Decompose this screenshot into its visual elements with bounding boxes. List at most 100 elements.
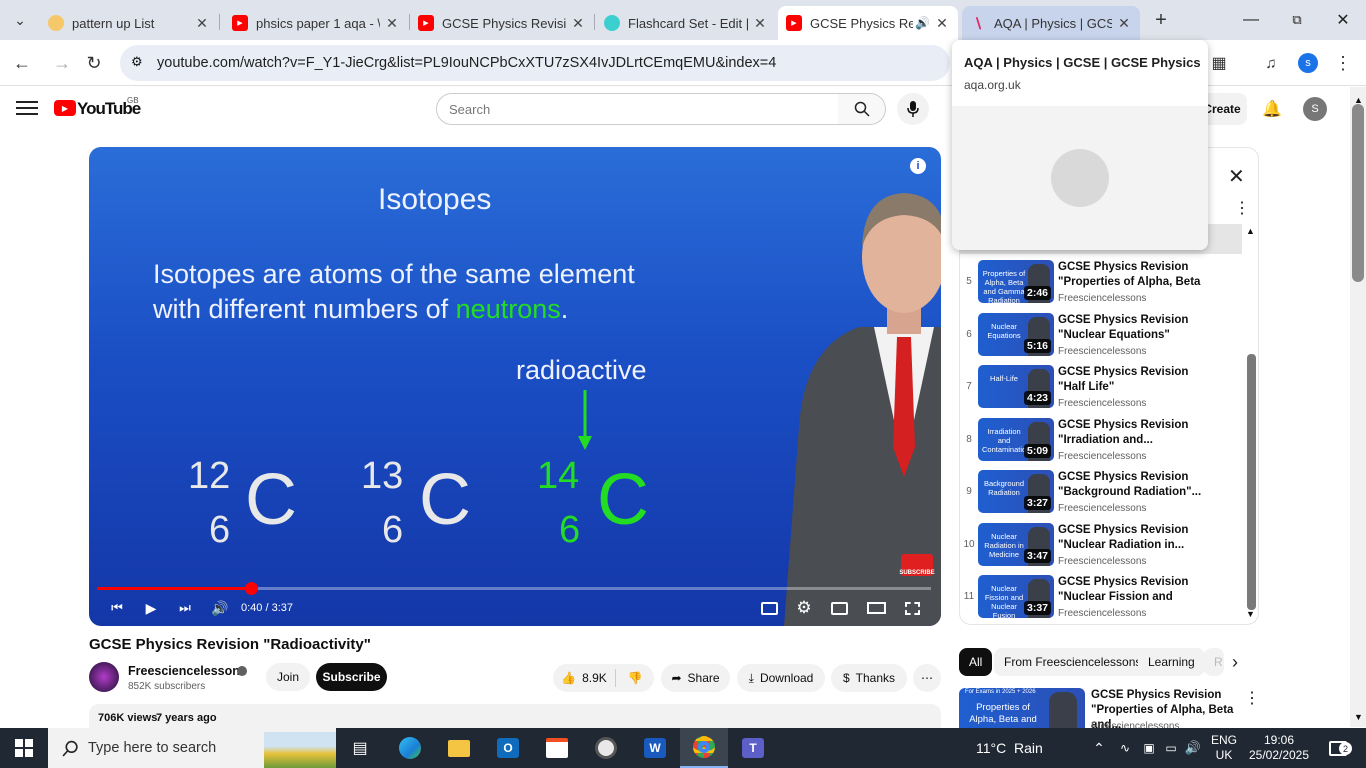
channel-avatar[interactable] xyxy=(89,662,119,692)
account-avatar[interactable]: S xyxy=(1303,97,1327,121)
page-scrollbar[interactable]: ▲ ▼ xyxy=(1350,87,1366,727)
subtitles-button[interactable] xyxy=(759,597,779,619)
playlist-item[interactable]: 6 Nuclear Equations 5:16 GCSE Physics Revis… xyxy=(960,311,1248,363)
progress-scrubber[interactable] xyxy=(245,582,259,595)
chips-next-button[interactable]: › xyxy=(1232,652,1238,673)
chip-learning[interactable]: Learning xyxy=(1138,648,1205,676)
playlist-item-title[interactable]: GCSE Physics Revision "Nuclear Fission a… xyxy=(1058,575,1208,605)
download-button[interactable]: ⤓ Download xyxy=(737,664,825,692)
extensions-button[interactable]: ▦ xyxy=(1204,48,1234,78)
notifications-bell-icon[interactable]: 🔔 xyxy=(1262,99,1282,119)
tab-2[interactable]: ▶ phsics paper 1 aqa - \ ✕ xyxy=(224,6,408,40)
dislike-button[interactable]: 👎 xyxy=(616,664,654,692)
address-bar[interactable]: ⚙ youtube.com/watch?v=F_Y1-JieCrg&list=P… xyxy=(120,45,950,81)
like-button[interactable]: 👍 8.9K xyxy=(553,664,615,692)
chip-all[interactable]: All xyxy=(959,648,993,676)
speaker-icon[interactable]: 🔊 xyxy=(915,16,930,30)
more-actions-button[interactable]: ⋯ xyxy=(913,664,941,692)
info-icon[interactable]: i xyxy=(910,158,926,174)
playlist-item[interactable]: 8 Irradiation and Contamination 5:09 GCSE P… xyxy=(960,416,1248,468)
playlist-thumbnail[interactable]: Half-Life 4:23 xyxy=(978,365,1054,408)
playlist-item[interactable]: 5 Properties of Alpha, Beta and Gamma Rad… xyxy=(960,258,1248,310)
tab-6[interactable]: ∖ AQA | Physics | GCSE ✕ xyxy=(962,6,1140,40)
show-hidden-icons-button[interactable]: ⌃ xyxy=(1090,728,1108,768)
close-icon[interactable]: ✕ xyxy=(194,15,210,32)
playlist-item-title[interactable]: GCSE Physics Revision "Properties of Alp… xyxy=(1058,260,1208,290)
subscribe-watermark[interactable]: SUBSCRIBE xyxy=(899,554,935,576)
playlist-item-title[interactable]: GCSE Physics Revision "Background Radiat… xyxy=(1058,470,1208,500)
back-button[interactable]: ← xyxy=(7,48,37,78)
voice-search-button[interactable] xyxy=(897,93,929,125)
join-button[interactable]: Join xyxy=(266,663,310,691)
edge-button[interactable] xyxy=(386,728,434,768)
tab-4[interactable]: Flashcard Set - Edit | ✕ xyxy=(596,6,776,40)
notification-center-button[interactable]: 2 xyxy=(1320,728,1356,768)
outlook-button[interactable]: O xyxy=(484,728,532,768)
playlist-item[interactable]: 7 Half-Life 4:23 GCSE Physics Revision "Hal… xyxy=(960,363,1248,415)
battery-icon[interactable]: ▭ xyxy=(1162,728,1180,768)
recommended-menu-button[interactable]: ⋮ xyxy=(1244,688,1260,708)
forward-button[interactable]: → xyxy=(47,48,77,78)
playlist-item-title[interactable]: GCSE Physics Revision "Half Life" xyxy=(1058,365,1208,395)
playlist-item[interactable]: 11 Nuclear Fission and Nuclear Fusion 3:37… xyxy=(960,573,1248,624)
word-button[interactable]: W xyxy=(631,728,679,768)
playlist-thumbnail[interactable]: Nuclear Radiation in Medicine 3:47 xyxy=(978,522,1054,566)
language-indicator[interactable]: ENG UK xyxy=(1209,728,1239,768)
media-control-button[interactable]: ♫ xyxy=(1256,48,1286,78)
tab-3[interactable]: ▶ GCSE Physics Revisio ✕ xyxy=(410,6,594,40)
playlist-item[interactable]: 9 Background Radiation 3:27 GCSE Physics Re… xyxy=(960,468,1248,520)
taskbar-search-box[interactable]: Type here to search xyxy=(48,728,336,768)
video-player[interactable]: Isotopes Isotopes are atoms of the same … xyxy=(89,147,941,626)
file-explorer-button[interactable] xyxy=(435,728,483,768)
playlist-item-title[interactable]: GCSE Physics Revision "Nuclear Radiation… xyxy=(1058,523,1208,553)
description-box[interactable]: 706K views 7 years ago xyxy=(89,704,941,728)
progress-bar[interactable] xyxy=(97,582,931,595)
search-button[interactable] xyxy=(838,93,886,125)
minimize-button[interactable]: — xyxy=(1228,0,1274,40)
playlist-item-title[interactable]: GCSE Physics Revision "Irradiation and..… xyxy=(1058,418,1208,448)
scrollbar-thumb[interactable] xyxy=(1352,104,1364,282)
tab-5-active[interactable]: ▶ GCSE Physics Rev 🔊 ✕ xyxy=(778,6,958,40)
site-info-icon[interactable]: ⚙ xyxy=(131,54,143,70)
chrome-button[interactable] xyxy=(680,728,728,768)
subscribe-button[interactable]: Subscribe xyxy=(316,663,387,691)
playlist-menu-button[interactable]: ⋮ xyxy=(1234,198,1250,218)
playlist-thumbnail[interactable]: Irradiation and Contamination 5:09 xyxy=(978,417,1054,461)
reload-button[interactable]: ↻ xyxy=(79,48,109,78)
task-view-button[interactable]: ▤ xyxy=(336,728,384,768)
recommended-thumbnail[interactable]: For Exams in 2025 + 2026 Properties of A… xyxy=(959,688,1085,728)
url-text[interactable]: youtube.com/watch?v=F_Y1-JieCrg&list=PL9… xyxy=(157,55,776,71)
previous-button[interactable]: ⏮ xyxy=(107,597,127,619)
weather-widget[interactable]: 11°C Rain xyxy=(976,728,1043,768)
hamburger-menu-icon[interactable] xyxy=(16,97,38,119)
thanks-button[interactable]: $ Thanks xyxy=(831,664,907,692)
network-icon[interactable]: ∿ xyxy=(1116,728,1134,768)
settings-button[interactable]: ⚙ xyxy=(794,597,814,619)
play-button[interactable]: ▶ xyxy=(141,597,161,619)
start-button[interactable] xyxy=(0,728,48,768)
playlist-thumbnail[interactable]: Background Radiation 3:27 xyxy=(978,470,1054,513)
chip-from-channel[interactable]: From Freesciencelessons xyxy=(994,648,1152,676)
tab-search-button[interactable]: ⌄ xyxy=(6,6,34,34)
close-icon[interactable]: ✕ xyxy=(934,15,950,32)
close-icon[interactable]: ✕ xyxy=(1116,15,1132,32)
close-icon[interactable]: ✕ xyxy=(752,15,768,32)
close-icon[interactable]: ✕ xyxy=(570,15,586,32)
playlist-thumbnail[interactable]: Nuclear Fission and Nuclear Fusion 3:37 xyxy=(978,575,1054,618)
fullscreen-button[interactable] xyxy=(902,597,922,619)
close-icon[interactable]: ✕ xyxy=(384,15,400,32)
volume-icon[interactable]: 🔊 xyxy=(1184,728,1202,768)
chip-partial[interactable]: R xyxy=(1204,648,1224,676)
profile-button[interactable]: s xyxy=(1293,48,1323,78)
theater-mode-button[interactable] xyxy=(865,597,887,619)
close-window-button[interactable]: ✕ xyxy=(1320,0,1366,40)
search-input[interactable]: Search xyxy=(436,93,840,125)
next-button[interactable]: ⏭ xyxy=(175,597,195,619)
devices-icon[interactable]: ▣ xyxy=(1140,728,1158,768)
app-button[interactable] xyxy=(582,728,630,768)
teams-button[interactable]: T xyxy=(729,728,777,768)
restore-button[interactable]: ⧉ xyxy=(1274,0,1320,40)
playlist-thumbnail[interactable]: Properties of Alpha, Beta and Gamma Radi… xyxy=(978,260,1054,303)
share-button[interactable]: ➦ Share xyxy=(661,664,730,692)
youtube-logo-icon[interactable]: ▶ xyxy=(54,100,76,116)
